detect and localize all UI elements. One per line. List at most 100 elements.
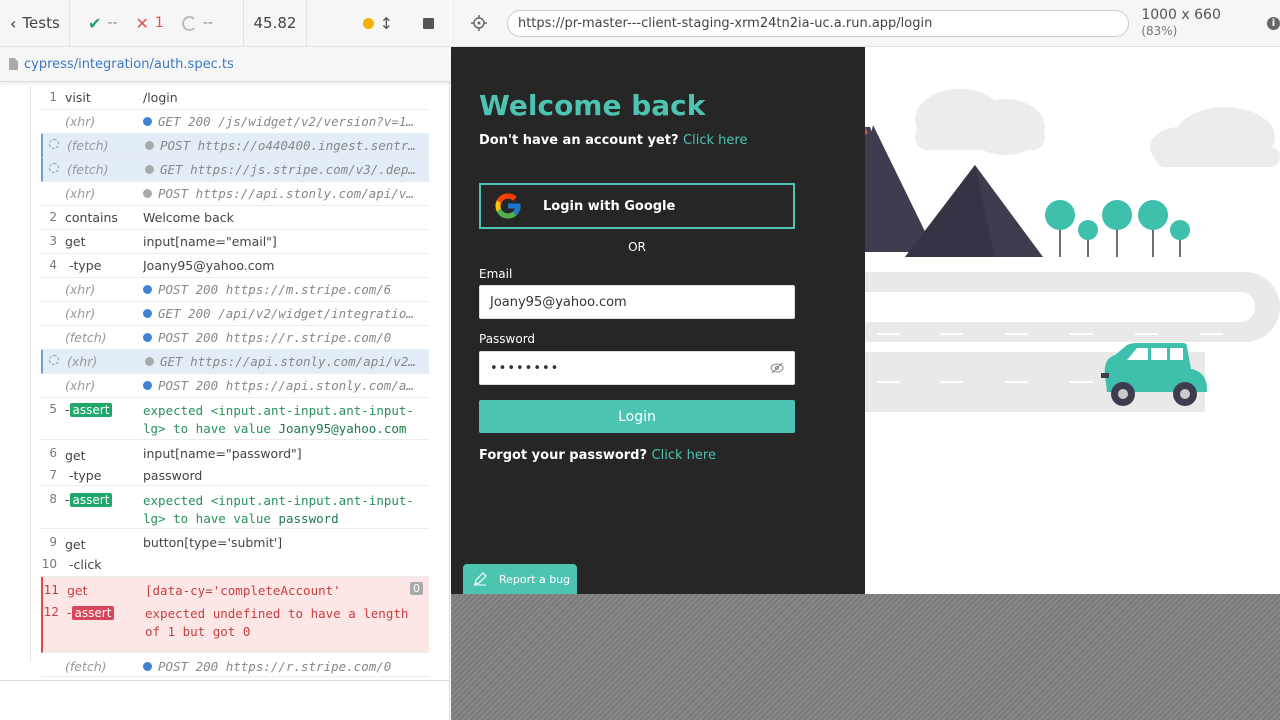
row-message: POST 200 https://r.stripe.com/0 xyxy=(143,330,421,345)
row-message-text: /login xyxy=(143,90,178,105)
loading-spinner-icon xyxy=(49,139,59,149)
status-dot-icon xyxy=(143,333,152,342)
row-message: expected undefined to have a length of 1… xyxy=(145,606,409,639)
row-message-text: GET 200 /api/v2/widget/integration?widge… xyxy=(158,306,421,321)
eye-invisible-icon[interactable] xyxy=(770,362,784,374)
app-under-test: Welcome back Don't have an account yet? … xyxy=(451,47,1280,594)
row-name: (xhr) xyxy=(65,378,96,393)
row-number: 11 xyxy=(43,583,59,597)
stop-icon[interactable] xyxy=(423,17,434,29)
row-message: POST 200 https://api.stonly.com/a… xyxy=(143,378,421,393)
row-name: (fetch) xyxy=(67,162,109,177)
row-message: GET 200 /js/widget/v2/version?v=1… xyxy=(143,114,421,129)
pending-circle-icon xyxy=(181,15,197,31)
email-label: Email xyxy=(479,267,513,281)
passed-count: -- xyxy=(107,15,118,31)
row-message-text: POST 200 https://api.stonly.com/a… xyxy=(158,378,414,393)
row-message-text: POST https://api.stonly.com/api/v… xyxy=(158,186,414,201)
assert-row[interactable]: 8 - assert expected <input.ant-input.ant-… xyxy=(41,488,429,529)
status-dot-icon xyxy=(143,309,152,318)
row-number xyxy=(43,162,67,176)
network-row[interactable]: (fetch) POST 200 https://r.stripe.com/0 xyxy=(41,653,429,677)
row-message: Joany95@yahoo.com xyxy=(143,258,421,273)
status-dot-icon xyxy=(143,381,152,390)
loading-spinner-icon xyxy=(49,163,59,173)
divider xyxy=(0,680,450,681)
forgot-text: Forgot your password? xyxy=(479,448,648,463)
login-button[interactable]: Login xyxy=(479,400,795,433)
url-bar[interactable]: https://pr-master---client-staging-xrm24… xyxy=(506,9,1130,37)
row-number: 2 xyxy=(49,210,57,224)
status-dot-icon xyxy=(145,141,154,150)
network-row[interactable]: (xhr) GET 200 /js/widget/v2/version?v=1… xyxy=(41,110,429,134)
status-dot-icon xyxy=(143,285,152,294)
row-message-text: GET https://api.stonly.com/api/v2/widget… xyxy=(160,354,423,369)
tests-button[interactable]: ‹ Tests xyxy=(0,0,70,47)
page-title: Welcome back xyxy=(479,89,706,122)
row-number: 6 xyxy=(49,446,57,460)
auto-scroll-icon[interactable]: ↕ xyxy=(380,14,393,33)
command-row[interactable]: 3 get input[name="email"] xyxy=(41,230,429,254)
network-row[interactable]: (xhr) GET https://api.stonly.com/api/v2/w… xyxy=(41,350,429,374)
row-message: POST https://api.stonly.com/api/v… xyxy=(143,186,421,201)
selector-playground-icon[interactable] xyxy=(471,15,487,31)
network-row[interactable]: (xhr) POST https://api.stonly.com/api/v… xyxy=(41,182,429,206)
row-number: 4 xyxy=(49,258,57,272)
row-number: 10 xyxy=(41,557,57,571)
report-bug-button[interactable]: Report a bug xyxy=(463,564,577,594)
running-indicator-icon xyxy=(362,17,374,29)
assert-badge: assert xyxy=(69,403,113,417)
tests-label: Tests xyxy=(22,14,60,32)
network-row[interactable]: (fetch) POST 200 https://r.stripe.com/0 xyxy=(41,326,429,350)
network-row[interactable]: (xhr) GET 200 /api/v2/widget/integration?… xyxy=(41,302,429,326)
command-row[interactable]: 2 contains Welcome back xyxy=(41,206,429,230)
row-name: (xhr) xyxy=(67,354,98,369)
aut-background xyxy=(451,594,1280,720)
row-number: 7 xyxy=(49,468,57,482)
network-row[interactable]: (xhr) POST 200 https://m.stripe.com/6 xyxy=(41,278,429,302)
viewport-scale: (83%) xyxy=(1141,24,1178,38)
command-row[interactable]: 10 -click xyxy=(41,553,429,577)
command-reporter: ‹ Tests ✔ -- ✕ 1 -- 45.82 ↕ cypress/inte… xyxy=(0,0,450,720)
pencil-icon xyxy=(474,572,487,586)
password-value: •••••••• xyxy=(490,360,560,376)
duration: 45.82 xyxy=(244,0,307,47)
row-number: 12 xyxy=(43,605,59,619)
failed-command-row[interactable]: 11 get [data-cy='completeAccount' 0 xyxy=(41,577,429,601)
status-dot-icon xyxy=(145,165,154,174)
assert-row[interactable]: 5 - assert expected <input.ant-input.ant-… xyxy=(41,398,429,440)
password-label: Password xyxy=(479,332,536,346)
signup-link[interactable]: Click here xyxy=(683,133,747,148)
command-row[interactable]: 1 visit/login xyxy=(41,86,429,110)
row-message-text: GET 200 /js/widget/v2/version?v=1… xyxy=(158,114,414,129)
row-number: 1 xyxy=(49,90,57,104)
assert-badge: assert xyxy=(69,493,113,507)
chevron-left-icon: ‹ xyxy=(10,13,17,33)
row-message-text: POST https://o440400.ingest.sentry.io/ap… xyxy=(160,138,423,153)
row-message: /login xyxy=(143,90,421,105)
spec-path-link[interactable]: cypress/integration/auth.spec.ts xyxy=(24,57,234,72)
row-message: password xyxy=(143,468,203,483)
row-name: (xhr) xyxy=(65,186,96,201)
pending-count: -- xyxy=(202,15,213,31)
network-row[interactable]: (fetch) POST https://o440400.ingest.sentr… xyxy=(41,134,429,158)
google-login-button[interactable]: Login with Google xyxy=(479,183,795,229)
email-field[interactable]: Joany95@yahoo.com xyxy=(479,285,795,319)
clouds-graphic xyxy=(915,89,1280,167)
command-row[interactable]: 4 -type Joany95@yahoo.com xyxy=(41,254,429,278)
trees-graphic xyxy=(1045,200,1190,257)
x-icon: ✕ xyxy=(135,13,149,33)
row-name: (xhr) xyxy=(65,282,96,297)
forgot-password-link[interactable]: Click here xyxy=(652,448,716,463)
password-field[interactable]: •••••••• xyxy=(479,351,795,385)
row-message: [data-cy='completeAccount' xyxy=(145,583,341,598)
row-message: GET 200 /api/v2/widget/integration?widge… xyxy=(143,306,421,321)
command-row[interactable]: 7 -type password xyxy=(41,464,429,488)
network-row[interactable]: (fetch) GET https://js.stripe.com/v3/.dep… xyxy=(41,158,429,182)
info-icon[interactable]: i xyxy=(1267,16,1280,30)
failed-assert-row[interactable]: 12 - assert expected undefined to have a … xyxy=(41,601,429,653)
row-name: -click xyxy=(69,557,102,572)
network-row[interactable]: (xhr) POST 200 https://api.stonly.com/a… xyxy=(41,374,429,398)
status-dot-icon xyxy=(143,662,152,671)
row-message: input[name="email"] xyxy=(143,234,421,249)
